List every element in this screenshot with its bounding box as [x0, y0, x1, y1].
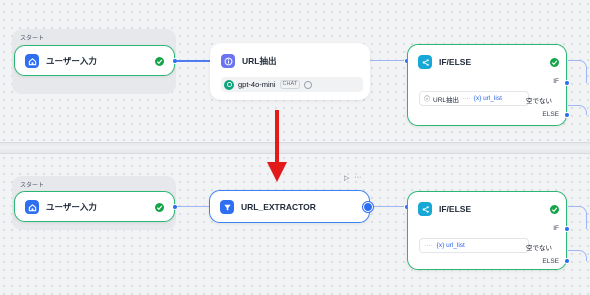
- condition-separator: ····: [424, 242, 433, 249]
- edge-connector: [568, 105, 587, 115]
- if-label: IF: [553, 78, 559, 85]
- panel-divider: [0, 142, 590, 154]
- settings-icon[interactable]: [304, 80, 313, 89]
- workflow-canvas-after[interactable]: スタート ユーザー入力 ▷ ··· URL_EXTRACTOR IF/ELSE …: [0, 154, 590, 295]
- model-mode-chip: CHAT: [279, 80, 301, 89]
- edge-connector: [568, 60, 587, 83]
- start-label: スタート: [20, 183, 45, 189]
- check-icon: [550, 58, 559, 67]
- home-icon: [25, 54, 39, 68]
- model-name: gpt-4o-mini: [238, 80, 276, 89]
- user-input-node[interactable]: ユーザー入力: [14, 191, 175, 222]
- node-title: IF/ELSE: [439, 204, 472, 214]
- condition-separator: ····: [462, 95, 471, 102]
- edge-connector: [568, 250, 587, 261]
- if-else-node[interactable]: IF/ELSE IF ⓘ URL抽出 ···· {x} url_list 空でな…: [407, 44, 567, 126]
- branch-icon: [418, 55, 432, 69]
- else-label: ELSE: [542, 111, 559, 118]
- condition-row[interactable]: ···· {x} url_list: [419, 238, 529, 253]
- user-input-node[interactable]: ユーザー入力: [14, 45, 175, 76]
- edge-connector: [370, 60, 406, 61]
- edge-connector: [374, 206, 406, 207]
- transition-arrow-shaft: [275, 110, 279, 168]
- output-handle[interactable]: [172, 204, 178, 210]
- node-title: URL_EXTRACTOR: [241, 202, 316, 212]
- node-toolbar: ▷ ···: [344, 174, 361, 182]
- url-extract-node[interactable]: URL抽出 gpt-4o-mini CHAT: [210, 43, 370, 100]
- condition-row[interactable]: ⓘ URL抽出 ···· {x} url_list: [419, 91, 529, 106]
- if-else-node[interactable]: IF/ELSE IF ···· {x} url_list 空でない ELSE: [407, 191, 567, 270]
- info-icon: [221, 54, 235, 68]
- edge-connector: [177, 60, 210, 62]
- model-selector[interactable]: gpt-4o-mini CHAT: [221, 77, 363, 92]
- check-icon: [155, 57, 164, 66]
- node-title: URL抽出: [242, 56, 277, 66]
- add-node-handle[interactable]: [363, 202, 373, 212]
- openai-icon: [224, 79, 234, 90]
- edge-connector: [177, 206, 210, 207]
- check-icon: [155, 203, 164, 212]
- condition-operator[interactable]: 空でない: [526, 95, 552, 105]
- transition-arrow-head: [267, 162, 287, 182]
- more-icon[interactable]: ···: [354, 174, 361, 182]
- home-icon: [25, 200, 39, 214]
- edge-connector: [568, 206, 587, 229]
- start-label: スタート: [20, 36, 45, 42]
- condition-source: URL抽出: [433, 96, 460, 104]
- condition-variable: {x} url_list: [436, 242, 465, 249]
- if-label: IF: [553, 225, 559, 232]
- node-title: IF/ELSE: [439, 57, 472, 67]
- info-icon: ⓘ: [424, 97, 431, 103]
- node-title: ユーザー入力: [46, 202, 97, 212]
- condition-variable: {x} url_list: [473, 95, 502, 102]
- run-icon[interactable]: ▷: [344, 174, 349, 182]
- branch-icon: [418, 202, 432, 216]
- workflow-canvas-before[interactable]: スタート ユーザー入力 URL抽出 gpt-4o-mini CHAT IF/EL…: [0, 0, 590, 142]
- condition-operator[interactable]: 空でない: [526, 242, 552, 252]
- else-label: ELSE: [542, 258, 559, 265]
- funnel-icon: [220, 200, 234, 214]
- node-title: ユーザー入力: [46, 56, 97, 66]
- check-icon: [550, 205, 559, 214]
- url-extractor-node[interactable]: URL_EXTRACTOR: [209, 190, 370, 223]
